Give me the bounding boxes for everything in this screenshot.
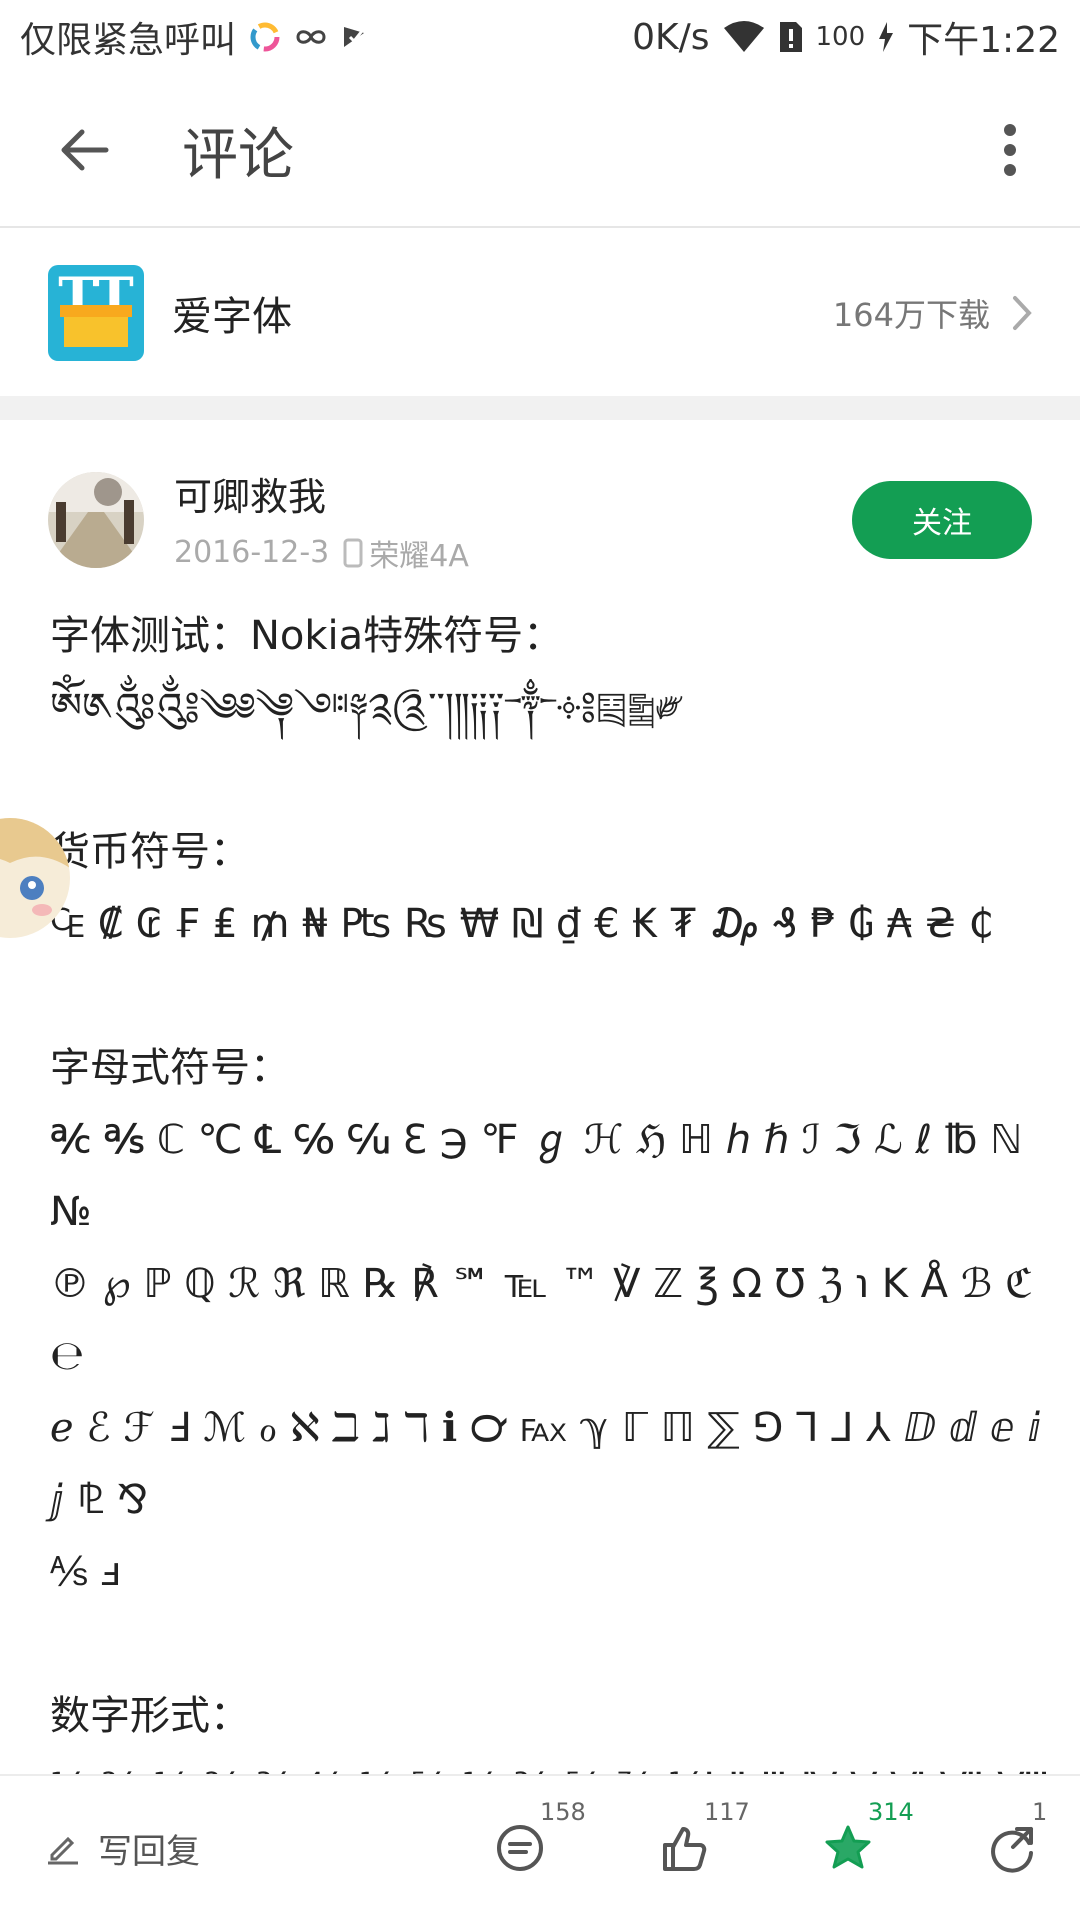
- comment-line: ℗ ℘ ℙ ℚ ℛ ℜ ℝ ℞ ℟ ℠ ℡ ™ ℣ ℤ ℥ Ω ℧ ℨ ℩ K …: [50, 1261, 1046, 1379]
- comments-count: 158: [540, 1798, 586, 1826]
- comment-line: 货币符号：: [50, 829, 250, 875]
- more-options-button[interactable]: [980, 100, 1040, 200]
- thumbs-up-icon: [663, 1827, 707, 1871]
- post-date: 2016-12-3: [174, 535, 330, 570]
- back-button[interactable]: [24, 90, 144, 210]
- comment-bubble-icon: [497, 1825, 543, 1871]
- comment-line: ℯ ℰ ℱ Ⅎ ℳ ℴ ℵ ℶ ℷ ℸ ℹ ℺ ℻ ℽ ℾ ℿ ⅀ ⅁ ⅂ ⅃ …: [50, 1405, 1054, 1523]
- write-reply-label: 写回复: [98, 1831, 200, 1872]
- comment-header: 可卿救我 2016-12-3 荣耀4A 关注: [0, 460, 1080, 580]
- charging-bolt-icon: [877, 22, 895, 52]
- more-vertical-icon: [1004, 124, 1016, 176]
- likes-count: 117: [704, 1798, 750, 1826]
- share-icon: [991, 1827, 1033, 1873]
- comment-line: 字母式符号：: [50, 1045, 290, 1091]
- comments-button[interactable]: 158: [488, 1798, 586, 1880]
- app-icon: TT: [48, 265, 144, 361]
- follow-button[interactable]: 关注: [852, 481, 1032, 559]
- download-count: 164万下载: [832, 296, 990, 334]
- shares-count: 1: [1032, 1798, 1048, 1826]
- comment-line: [50, 960, 1050, 1032]
- comment-line: [50, 1608, 1050, 1680]
- status-bar: 仅限紧急呼叫 0K/s 100 下午1:22: [0, 0, 1080, 74]
- comment-line: 字体测试：Nokia特殊符号：: [50, 613, 564, 659]
- wifi-icon: [722, 20, 766, 54]
- stars-count: 314: [868, 1798, 914, 1826]
- share-button[interactable]: 1: [980, 1798, 1047, 1880]
- comment-line: ༀ༁༂༃༄༅༆༇༈༉༊་༌།༎༏༐༑༒༓༔༕༖༗: [50, 685, 684, 731]
- loading-ring-icon: [248, 20, 282, 54]
- star-icon: [825, 1825, 871, 1869]
- like-button[interactable]: 117: [652, 1798, 750, 1880]
- comment-line: ₠ ₡ ₢ ₣ ₤ ₥ ₦ ₧ ₨ ₩ ₪ ₫ € ₭ ₮ ₯ ₰ ₱ ₲ ₳ …: [50, 901, 994, 947]
- app-toolbar: 评论: [0, 74, 1080, 228]
- comment-line: [50, 744, 1050, 816]
- carrier-text: 仅限紧急呼叫: [20, 20, 237, 61]
- write-reply-button[interactable]: 写回复: [46, 1824, 200, 1873]
- page-title: 评论: [182, 122, 294, 188]
- network-speed: 0K/s: [632, 16, 710, 58]
- pencil-icon: [48, 1836, 78, 1865]
- device-name: 荣耀4A: [369, 538, 469, 574]
- sim-alert-icon: [778, 20, 804, 54]
- chevron-right-icon: [1012, 295, 1032, 331]
- arrow-left-icon: [61, 129, 109, 171]
- infinity-icon: [294, 27, 328, 47]
- favorite-button[interactable]: 314: [816, 1798, 914, 1880]
- flag-check-icon: [340, 23, 368, 51]
- app-name: 爱字体: [172, 294, 292, 340]
- avatar[interactable]: [48, 472, 144, 568]
- clock: 下午1:22: [907, 20, 1060, 61]
- comment-line: ⅍ ⅎ: [50, 1549, 122, 1595]
- comment-line: ℀ ℁ ℂ ℃ ℄ ℅ ℆ ℇ ℈ ℉ ℊ ℋ ℌ ℍ ℎ ℏ ℐ ℑ ℒ ℓ …: [50, 1117, 1035, 1235]
- user-name[interactable]: 可卿救我: [174, 466, 469, 521]
- phone-icon: [343, 538, 363, 567]
- battery-level: 100: [815, 22, 866, 52]
- bottom-action-bar: 写回复 158 117 314 1: [0, 1774, 1080, 1920]
- comment-line: 数字形式：: [50, 1693, 250, 1739]
- section-divider: [0, 396, 1080, 420]
- app-info-row[interactable]: TT 爱字体 164万下载: [0, 230, 1080, 396]
- comment-text: 字体测试：Nokia特殊符号： ༀ༁༂༃༄༅༆༇༈༉༊་༌།༎༏༐༑༒༓༔༕༖༗ 货…: [50, 600, 1050, 1920]
